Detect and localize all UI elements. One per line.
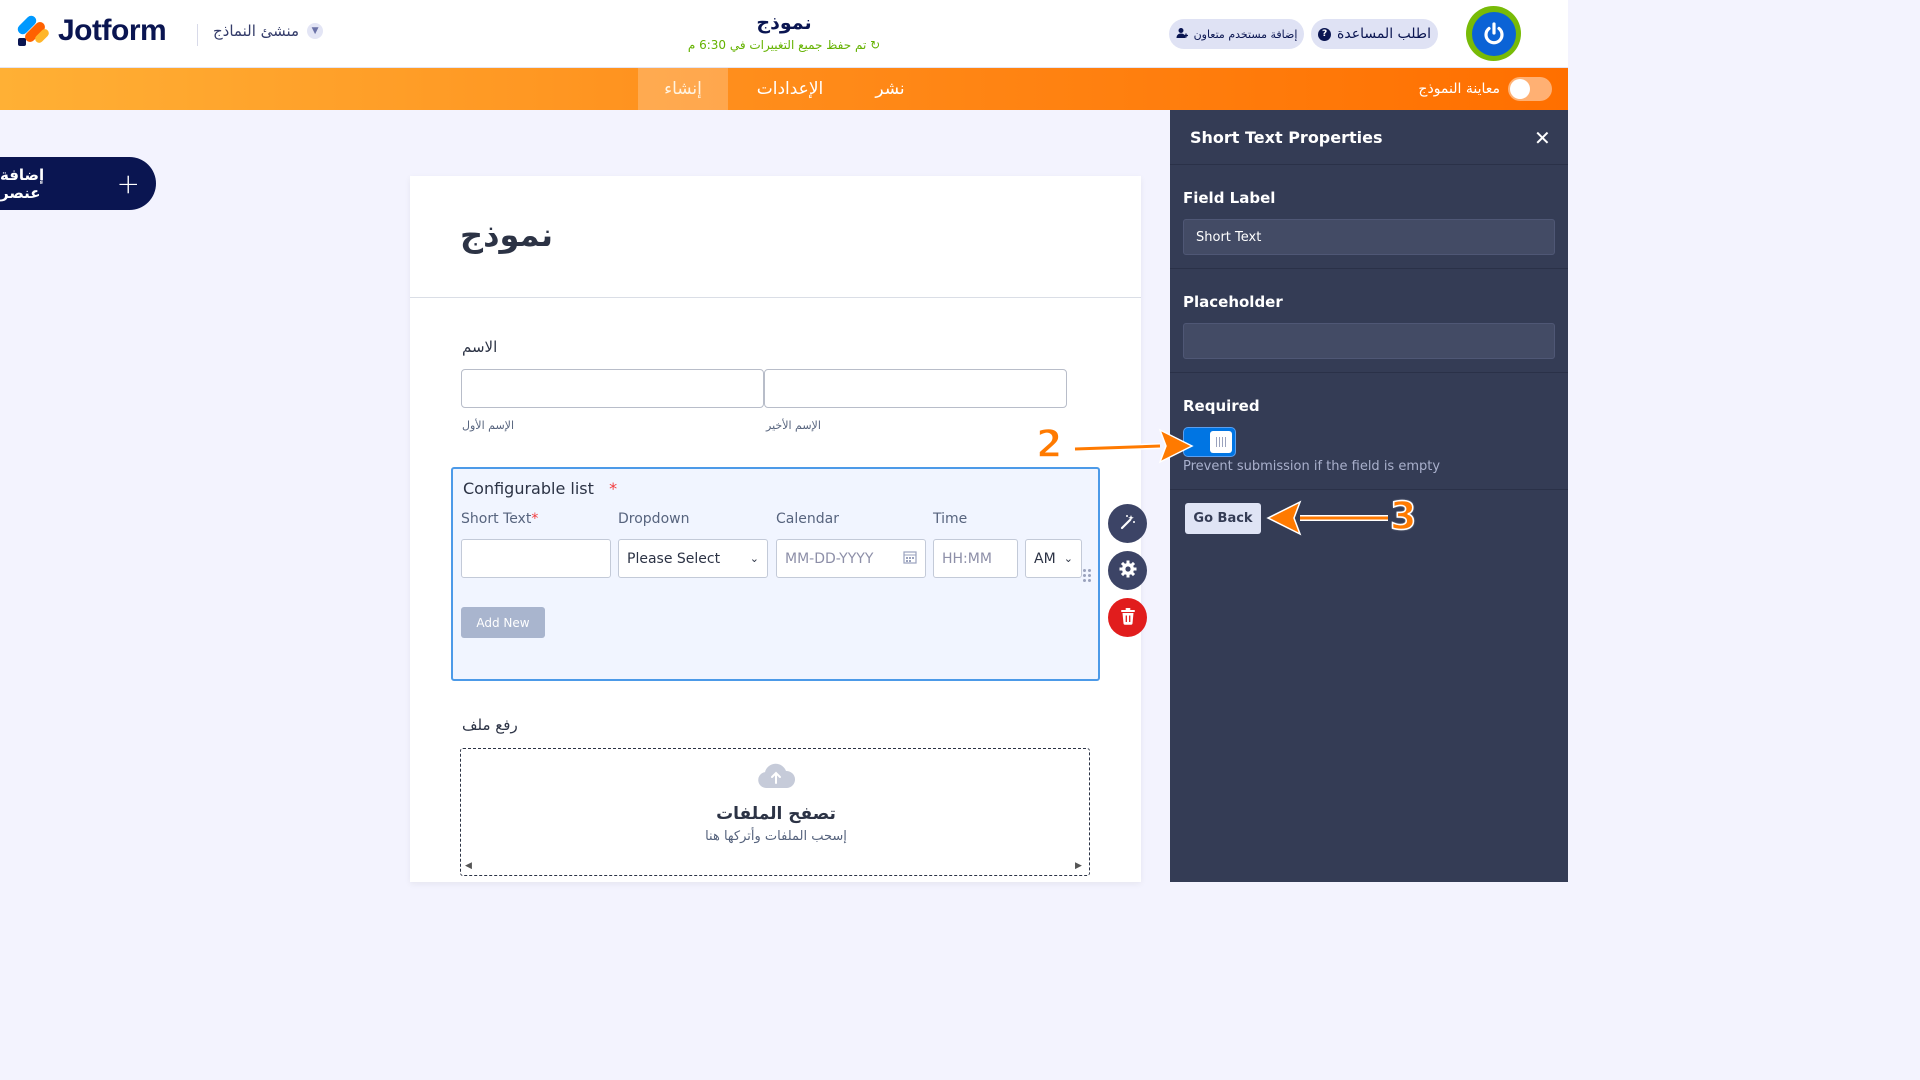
builder-menu[interactable]: منشئ النماذج ▼ (213, 22, 324, 40)
builder-menu-label: منشئ النماذج (213, 22, 300, 40)
preview-label: معاينة النموذج (1418, 81, 1500, 97)
top-header: Jotform منشئ النماذج ▼ نموذج ↻ تم حفظ جم… (0, 0, 1568, 68)
properties-panel: Short Text Properties ✕ Field Label Shor… (1170, 110, 1568, 882)
chevron-down-icon: ⌄ (749, 552, 759, 565)
dropdown-value: Please Select (627, 550, 721, 567)
required-help-text: Prevent submission if the field is empty (1183, 459, 1441, 474)
header-divider (197, 24, 198, 46)
chevron-down-icon: ▼ (307, 23, 324, 39)
field-wizard-button[interactable] (1108, 504, 1147, 543)
add-new-button[interactable]: Add New (461, 607, 545, 638)
first-name-sublabel: الإسم الأول (462, 419, 514, 432)
drag-drop-hint: إسحب الملفات وأتركها هنا (705, 829, 847, 844)
heading-divider (410, 297, 1141, 298)
drag-handle-icon[interactable] (1083, 569, 1093, 583)
save-status-text: تم حفظ جميع التغييرات في 6:30 م (687, 38, 867, 52)
trash-icon (1120, 607, 1136, 629)
column-header-time: Time (933, 511, 968, 527)
tab-build[interactable]: إنشاء (638, 68, 728, 110)
plus-icon: + (116, 166, 140, 200)
close-icon[interactable]: ✕ (1534, 126, 1551, 150)
tab-settings[interactable]: الإعدادات (740, 68, 840, 110)
panel-title: Short Text Properties (1190, 128, 1383, 147)
cloud-upload-icon (757, 763, 796, 789)
time-placeholder: HH:MM (942, 550, 992, 567)
short-text-input[interactable] (461, 539, 611, 578)
annotation-number-3: 3 (1389, 493, 1417, 539)
section-divider (1170, 489, 1568, 490)
name-question-label[interactable]: الاسم (462, 338, 497, 356)
calendar-input[interactable]: MM-DD-YYYY (776, 539, 926, 578)
power-icon (1471, 11, 1516, 56)
configurable-list[interactable]: Configurable list * Short Text* Dropdown… (451, 467, 1100, 681)
section-divider (1170, 372, 1568, 373)
help-label: اطلب المساعدة (1337, 26, 1431, 42)
required-star: * (531, 511, 539, 527)
magic-wand-icon (1119, 513, 1137, 535)
save-status: ↻ تم حفظ جميع التغييرات في 6:30 م (664, 38, 904, 52)
file-upload-label[interactable]: رفع ملف (462, 716, 518, 734)
last-name-input[interactable] (764, 369, 1067, 408)
invite-collaborator-button[interactable]: إضافة مستخدم متعاون (1169, 19, 1304, 49)
ampm-select[interactable]: AM ⌄ (1025, 539, 1082, 578)
logo-text: Jotform (58, 14, 167, 47)
placeholder-input[interactable] (1183, 323, 1555, 359)
jotform-logo[interactable]: Jotform (15, 13, 167, 48)
calendar-placeholder: MM-DD-YYYY (785, 550, 874, 567)
builder-navbar: إنشاء الإعدادات نشر معاينة النموذج (0, 68, 1568, 110)
help-icon: ? (1318, 27, 1332, 41)
chevron-down-icon: ⌄ (1063, 552, 1073, 565)
first-name-input[interactable] (461, 369, 764, 408)
form-preview-toggle[interactable]: معاينة النموذج (1418, 77, 1552, 101)
required-toggle[interactable] (1183, 427, 1236, 457)
refresh-icon: ↻ (870, 38, 881, 52)
gear-icon (1118, 559, 1138, 583)
placeholder-title: Placeholder (1183, 293, 1283, 311)
form-heading[interactable]: نموذج (460, 216, 553, 254)
calendar-icon[interactable] (903, 550, 917, 568)
invite-label: إضافة مستخدم متعاون (1193, 27, 1298, 41)
scroll-right-icon[interactable]: ▶ (1075, 861, 1082, 871)
get-help-button[interactable]: اطلب المساعدة ? (1311, 19, 1438, 49)
dropdown-select[interactable]: Please Select ⌄ (618, 539, 768, 578)
tab-publish[interactable]: نشر (860, 68, 920, 110)
avatar[interactable] (1466, 6, 1521, 61)
preview-switch[interactable] (1508, 77, 1552, 101)
ampm-value: AM (1034, 550, 1056, 567)
form-title[interactable]: نموذج (684, 12, 884, 34)
file-upload-dropzone[interactable]: تصفح الملفات إسحب الملفات وأتركها هنا ◀ … (460, 748, 1090, 876)
field-label-title: Field Label (1183, 189, 1276, 207)
column-header-dropdown: Dropdown (618, 511, 690, 527)
section-divider (1170, 268, 1568, 269)
column-header-short-text: Short Text* (461, 511, 538, 527)
required-title: Required (1183, 397, 1260, 415)
column-label: Short Text (461, 511, 532, 527)
browse-files-title[interactable]: تصفح الملفات (461, 804, 1091, 824)
annotation-number-2: 2 (1035, 421, 1063, 467)
field-label-input[interactable]: Short Text (1183, 219, 1555, 255)
column-header-calendar: Calendar (776, 511, 839, 527)
configurable-list-title[interactable]: Configurable list * (463, 479, 617, 498)
go-back-button[interactable]: Go Back (1185, 503, 1261, 534)
add-element-button[interactable]: إضافة عنصر + (0, 157, 156, 210)
field-properties-button[interactable] (1108, 551, 1147, 590)
add-user-icon (1176, 27, 1188, 42)
add-element-label: إضافة عنصر (0, 165, 45, 202)
jotform-logo-icon (15, 13, 51, 48)
toggle-knob (1210, 431, 1232, 453)
panel-header: Short Text Properties ✕ (1170, 110, 1568, 165)
time-input[interactable]: HH:MM (933, 539, 1018, 578)
configurable-list-title-text: Configurable list (463, 479, 594, 498)
scroll-left-icon[interactable]: ◀ (465, 861, 472, 871)
last-name-sublabel: الإسم الأخير (766, 419, 821, 432)
delete-field-button[interactable] (1108, 598, 1147, 637)
required-star: * (598, 479, 618, 498)
